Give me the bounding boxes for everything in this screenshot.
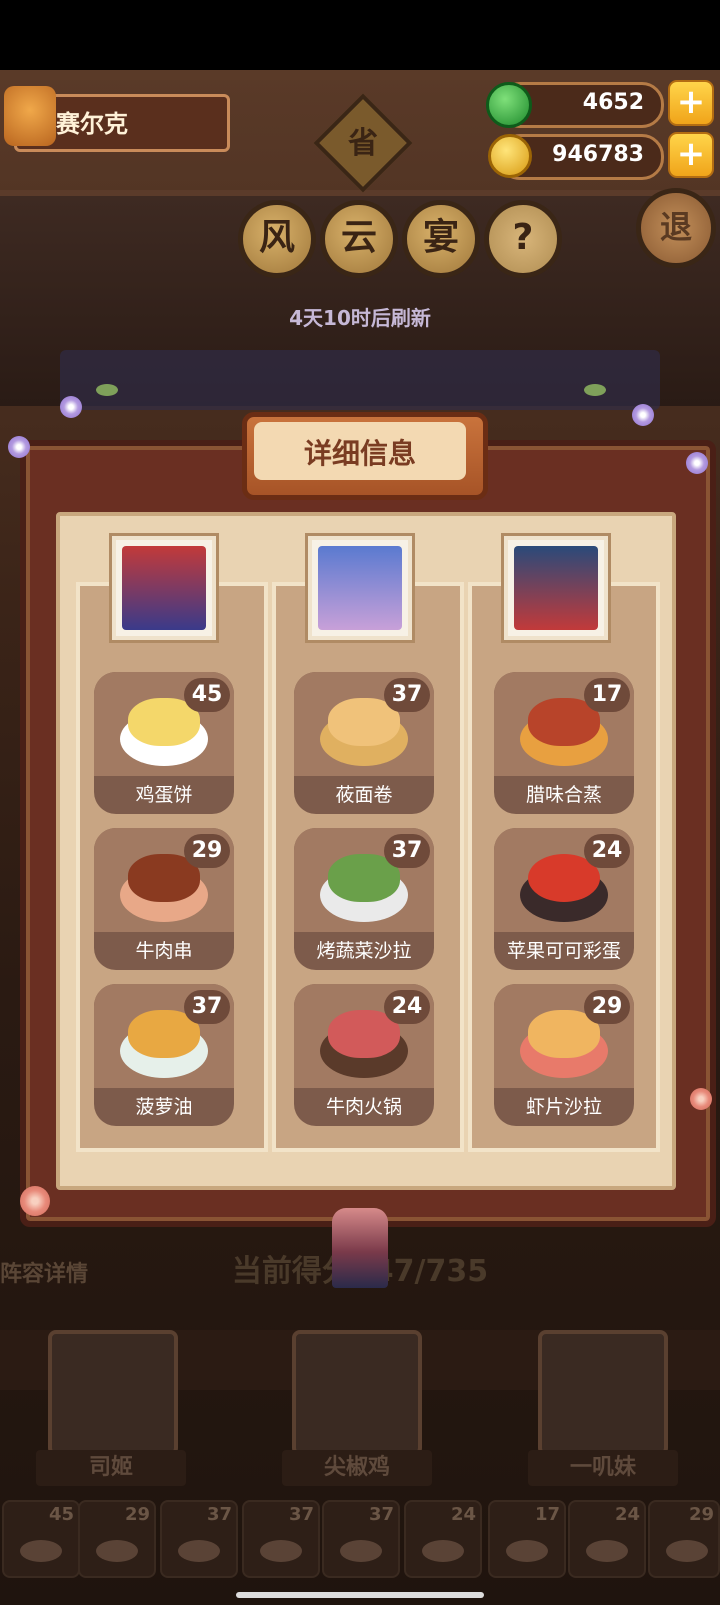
mini-dish-slot[interactable]: 29 — [648, 1500, 720, 1578]
hero-name-1: 司姬 — [36, 1450, 186, 1486]
title-char-1: 风 — [238, 200, 316, 278]
blossom-icon — [20, 1186, 50, 1216]
dish-name: 菠萝油 — [135, 1096, 193, 1118]
tassel-ornament — [332, 1208, 388, 1288]
hero-portrait-3[interactable] — [538, 1330, 668, 1456]
dish-count: 29 — [184, 834, 230, 868]
mini-dish-icon — [260, 1540, 302, 1562]
dish-card[interactable]: 37 烤蔬菜沙拉 — [294, 828, 434, 970]
mini-dish-count: 29 — [124, 1504, 150, 1525]
dish-name: 腊味合蒸 — [525, 784, 602, 806]
flower-icon — [632, 404, 654, 426]
dish-count: 24 — [384, 990, 430, 1024]
dish-name: 烤蔬菜沙拉 — [316, 940, 412, 962]
dish-card[interactable]: 24 苹果可可彩蛋 — [494, 828, 634, 970]
hero-face-1 — [122, 546, 206, 630]
eave-banner — [60, 350, 660, 410]
mini-dish-icon — [666, 1540, 708, 1562]
mini-dish-count: 24 — [614, 1504, 640, 1525]
jade-icon — [486, 82, 532, 128]
mini-dish-count: 37 — [206, 1504, 232, 1525]
dish-card[interactable]: 29 牛肉串 — [94, 828, 234, 970]
mini-dish-icon — [506, 1540, 548, 1562]
dish-card[interactable]: 37 菠萝油 — [94, 984, 234, 1126]
mini-dish-count: 17 — [534, 1504, 560, 1525]
mini-dish-icon — [422, 1540, 464, 1562]
mini-dish-slot[interactable]: 17 — [488, 1500, 566, 1578]
title-char-3: 宴 — [402, 200, 480, 278]
dish-name: 莜面卷 — [335, 784, 393, 806]
dish-card[interactable]: 17 腊味合蒸 — [494, 672, 634, 814]
title-char-2: 云 — [320, 200, 398, 278]
flower-icon — [8, 436, 30, 458]
mini-dish-count: 45 — [48, 1504, 74, 1525]
dish-count: 17 — [584, 678, 630, 712]
hero-portrait-col-1 — [112, 536, 216, 640]
dish-count: 37 — [384, 678, 430, 712]
gold-coin-icon — [488, 134, 532, 178]
flower-icon — [686, 452, 708, 474]
mini-dish-icon — [20, 1540, 62, 1562]
dish-card[interactable]: 37 莜面卷 — [294, 672, 434, 814]
mini-dish-slot[interactable]: 37 — [160, 1500, 238, 1578]
mini-dish-slot[interactable]: 37 — [322, 1500, 400, 1578]
refresh-timer: 4天10时后刷新 — [289, 306, 431, 330]
dish-count: 29 — [584, 990, 630, 1024]
add-jade-button[interactable]: + — [668, 80, 714, 126]
leaf-icon — [96, 384, 118, 396]
mini-dish-icon — [586, 1540, 628, 1562]
panel-title: 详细信息 — [303, 437, 416, 470]
mini-dish-count: 29 — [688, 1504, 714, 1525]
flower-icon — [60, 396, 82, 418]
mini-dish-slot[interactable]: 24 — [404, 1500, 482, 1578]
dish-card[interactable]: 45 鸡蛋饼 — [94, 672, 234, 814]
leaf-icon — [584, 384, 606, 396]
dish-card[interactable]: 24 牛肉火锅 — [294, 984, 434, 1126]
exit-button[interactable]: 退 — [636, 188, 716, 268]
hero-portrait-1[interactable] — [48, 1330, 178, 1456]
mini-dish-slot[interactable]: 24 — [568, 1500, 646, 1578]
hero-portrait-col-2 — [308, 536, 412, 640]
dish-name: 牛肉火锅 — [325, 1096, 402, 1118]
lineup-details-link[interactable]: 阵容详情 — [0, 1256, 88, 1288]
hero-name-2: 尖椒鸡 — [282, 1450, 432, 1486]
player-avatar[interactable] — [4, 86, 56, 146]
dish-count: 37 — [384, 834, 430, 868]
dish-count: 37 — [184, 990, 230, 1024]
home-indicator — [236, 1592, 484, 1598]
dish-name: 鸡蛋饼 — [135, 784, 193, 806]
add-gold-button[interactable]: + — [668, 132, 714, 178]
province-label: 省 — [348, 126, 378, 161]
hero-portrait-2[interactable] — [292, 1330, 422, 1456]
mini-dish-slot[interactable]: 45 — [2, 1500, 80, 1578]
dish-count: 45 — [184, 678, 230, 712]
mini-dish-slot[interactable]: 29 — [78, 1500, 156, 1578]
dish-name: 牛肉串 — [135, 940, 193, 962]
mini-dish-count: 37 — [288, 1504, 314, 1525]
dish-name: 虾片沙拉 — [525, 1096, 602, 1118]
mini-dish-count: 37 — [368, 1504, 394, 1525]
hero-face-2 — [318, 546, 402, 630]
mini-dish-icon — [340, 1540, 382, 1562]
dish-card[interactable]: 29 虾片沙拉 — [494, 984, 634, 1126]
help-button[interactable]: ? — [484, 200, 562, 278]
dish-count: 24 — [584, 834, 630, 868]
mini-dish-icon — [96, 1540, 138, 1562]
mini-dish-count: 24 — [450, 1504, 476, 1525]
mini-dish-icon — [178, 1540, 220, 1562]
player-name: 赛尔克 — [56, 110, 128, 138]
blossom-icon — [690, 1088, 712, 1110]
dish-name: 苹果可可彩蛋 — [506, 940, 621, 962]
mini-dish-slot[interactable]: 37 — [242, 1500, 320, 1578]
hero-face-3 — [514, 546, 598, 630]
hero-name-3: 一叽妹 — [528, 1450, 678, 1486]
hero-portrait-col-3 — [504, 536, 608, 640]
